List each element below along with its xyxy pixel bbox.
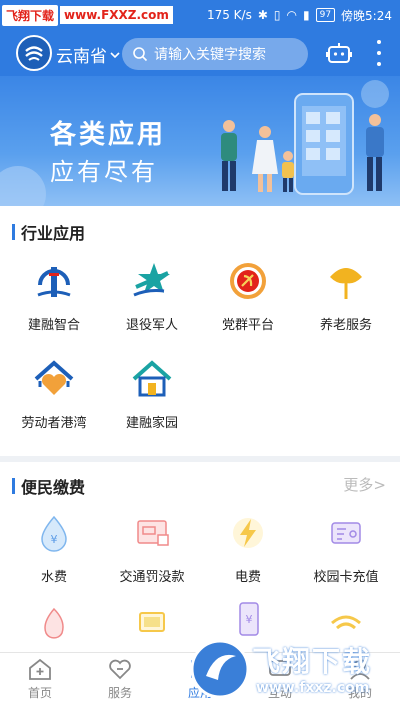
app-label: 电费 (234, 570, 261, 585)
industry-apps-section: 行业应用 建融智合 退役军人 党群平台 养老服务 劳动者港湾 建融家园 (0, 206, 400, 456)
banner-title: 各类应用 (50, 120, 167, 150)
search-icon (133, 47, 148, 62)
ginkgo-leaf-icon (323, 258, 369, 304)
app-header: 云南省 请输入关键字搜索 (0, 30, 400, 76)
battery-icon: 97 (315, 8, 336, 22)
heart-house-icon (31, 356, 77, 402)
star-icon (129, 258, 175, 304)
app-label: 校园卡充值 (313, 570, 379, 585)
app-gas-bill[interactable] (4, 602, 104, 648)
banner-subtitle: 应有尽有 (50, 158, 158, 186)
app-label: 水费 (40, 570, 67, 585)
clock: 傍晚5:24 (341, 8, 392, 23)
app-logo-icon[interactable] (16, 35, 52, 71)
app-jianrong-zhihe[interactable]: 建融智合 (4, 258, 104, 333)
app-label: 建融家园 (125, 416, 178, 431)
app-electricity-bill[interactable]: 电费 (198, 510, 298, 585)
section-title-payment: 便民缴费 (12, 474, 85, 498)
more-menu-icon[interactable] (374, 40, 384, 66)
app-label: 退役军人 (125, 318, 178, 333)
app-label: 党群平台 (221, 318, 274, 333)
more-link[interactable]: 更多> (343, 474, 386, 495)
app-label: 养老服务 (319, 318, 372, 333)
app-tv-bill[interactable] (102, 602, 202, 648)
lighthouse-icon (31, 258, 77, 304)
section-title-industry: 行业应用 (12, 220, 85, 244)
chevron-down-icon (110, 51, 120, 58)
nav-home[interactable]: 首页 (0, 657, 80, 701)
wifi-status-icon: ◠ (286, 8, 297, 22)
app-water-bill[interactable]: ¥ 水费 (4, 510, 104, 585)
app-campus-card[interactable]: 校园卡充值 (296, 510, 396, 585)
bluetooth-icon: ✱ (257, 8, 268, 22)
svg-text:¥: ¥ (246, 613, 253, 626)
watermark-link: www.fxxz.com (256, 680, 370, 696)
robot-assistant-icon[interactable] (326, 41, 352, 65)
tv-icon (129, 602, 175, 648)
app-jianrong-home[interactable]: 建融家园 (102, 356, 202, 431)
search-input[interactable]: 请输入关键字搜索 (122, 38, 308, 70)
nav-label: 服务 (107, 686, 132, 700)
payment-section: 便民缴费 更多> ¥ 水费 交通罚没款 电费 校园卡充值 ¥ (0, 462, 400, 652)
watermark-url: www.FXXZ.com (60, 6, 173, 24)
water-drop-icon: ¥ (31, 510, 77, 556)
gas-flame-icon (31, 602, 77, 648)
campus-card-icon (323, 510, 369, 556)
vibrate-icon: ▯ (273, 8, 281, 22)
lightning-icon (225, 510, 271, 556)
network-speed: 175 K/s (206, 8, 252, 22)
svg-text:¥: ¥ (51, 533, 58, 546)
app-label: 建融智合 (27, 318, 80, 333)
banner[interactable]: 各类应用 应有尽有 (0, 76, 400, 206)
heart-chat-icon (109, 659, 131, 680)
app-party-platform[interactable]: 党群平台 (198, 258, 298, 333)
province-selector[interactable]: 云南省 (56, 42, 120, 67)
home-plus-icon (29, 658, 51, 680)
app-label: 劳动者港湾 (21, 416, 87, 431)
app-elderly-care[interactable]: 养老服务 (296, 258, 396, 333)
app-veterans[interactable]: 退役军人 (102, 258, 202, 333)
download-site-watermark: 飞翔下载 www.fxxz.com (190, 632, 395, 708)
nav-label: 首页 (27, 686, 52, 700)
traffic-fine-icon (129, 510, 175, 556)
signal-icon: ▮ (302, 8, 310, 22)
status-bar: 飞翔下载 www.FXXZ.com 175 K/s ✱ ▯ ◠ ▮ 97 傍晚5… (0, 0, 400, 30)
party-emblem-icon (225, 258, 271, 304)
app-traffic-fine[interactable]: 交通罚没款 (102, 510, 202, 585)
app-label: 交通罚没款 (119, 570, 185, 585)
app-workers-harbor[interactable]: 劳动者港湾 (4, 356, 104, 431)
nav-service[interactable]: 服务 (80, 657, 160, 701)
home-icon (129, 356, 175, 402)
watermark-title: 飞翔下载 (252, 645, 373, 678)
watermark-badge: 飞翔下载 (2, 4, 59, 26)
search-placeholder: 请输入关键字搜索 (154, 47, 266, 63)
province-label: 云南省 (56, 47, 107, 67)
watermark-logo-icon (190, 639, 250, 699)
